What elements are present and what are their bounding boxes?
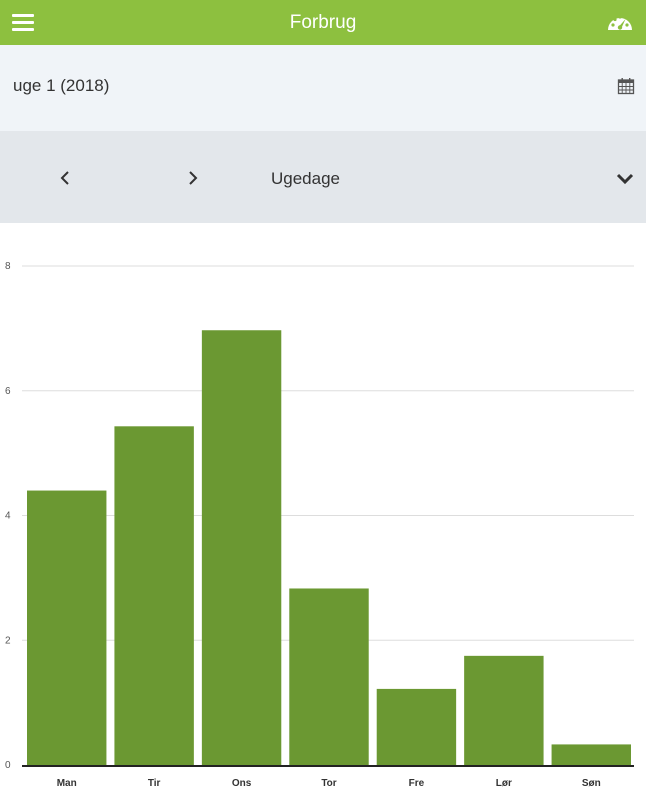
navigation-bar: Ugedage <box>0 131 646 223</box>
period-label: uge 1 (2018) <box>13 76 110 95</box>
bar-Fre <box>376 688 457 765</box>
calendar-icon[interactable] <box>617 77 635 95</box>
consumption-chart: 0 2 4 6 8 Man Tir Ons Tor Fre Lør Søn <box>0 223 646 800</box>
app: Forbrug uge 1 (2018) Ugedage 0 2 4 6 8 M… <box>0 0 646 800</box>
bar-Tir <box>114 426 194 765</box>
x-tick-label: Ons <box>232 778 252 789</box>
x-tick-label: Man <box>57 778 77 789</box>
chevron-down-icon[interactable] <box>614 168 636 188</box>
chevron-left-icon[interactable] <box>55 168 75 188</box>
x-tick-label: Fre <box>409 778 425 789</box>
x-tick-label: Tir <box>148 778 161 789</box>
y-tick-label: 2 <box>5 635 11 646</box>
bar-chart: 0 2 4 6 8 Man Tir Ons Tor Fre Lør Søn <box>5 261 634 789</box>
y-tick-label: 4 <box>5 511 11 522</box>
hamburger-menu-icon[interactable] <box>12 12 36 32</box>
bar-Tor <box>289 588 369 765</box>
y-tick-label: 0 <box>5 760 11 771</box>
page-title: Forbrug <box>289 12 357 33</box>
view-selector-label[interactable]: Ugedage <box>271 169 340 189</box>
bar-Lør <box>464 655 544 765</box>
top-bar: Forbrug <box>0 0 646 45</box>
chevron-right-icon[interactable] <box>183 168 203 188</box>
y-tick-label: 8 <box>5 261 11 272</box>
bar-Søn <box>551 744 631 765</box>
x-tick-label: Lør <box>496 778 512 789</box>
x-tick-label: Søn <box>582 778 601 789</box>
y-tick-label: 6 <box>5 386 11 397</box>
bar-Man <box>27 490 107 765</box>
x-tick-label: Tor <box>321 778 336 789</box>
gauge-icon[interactable] <box>606 11 634 35</box>
bar-Ons <box>201 330 282 765</box>
period-selector: uge 1 (2018) <box>0 45 646 131</box>
